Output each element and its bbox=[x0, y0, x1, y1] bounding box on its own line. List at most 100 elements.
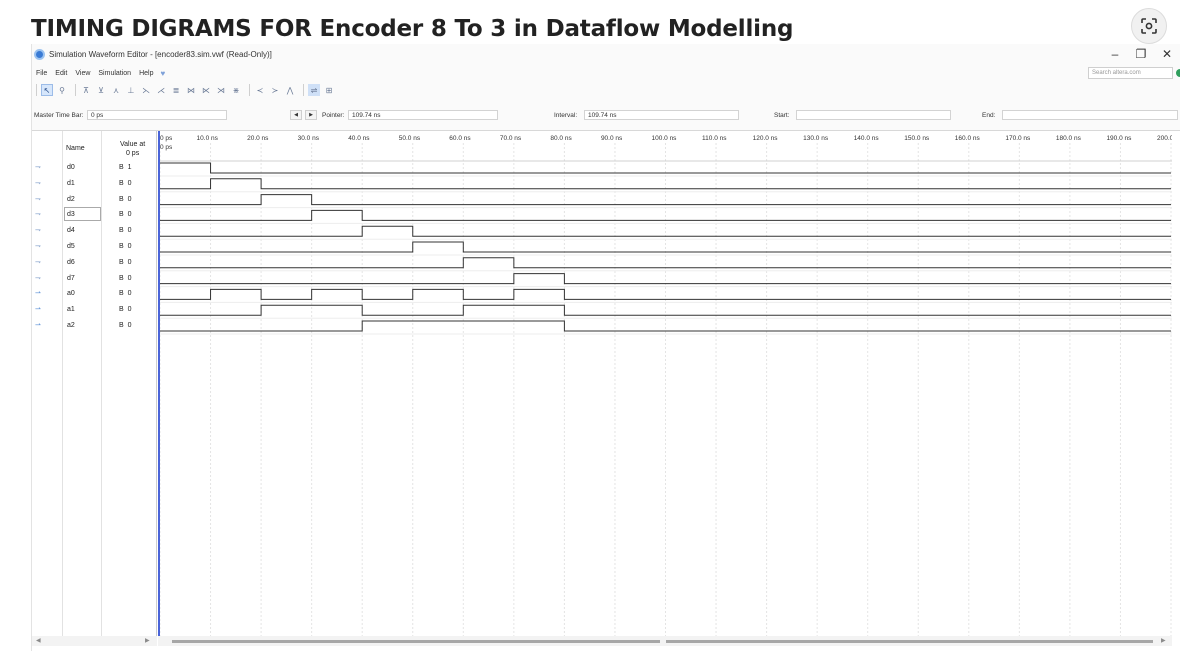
prev-transition-button[interactable]: ◀ bbox=[290, 110, 302, 120]
signal-row-a0[interactable]: ⇀ a0 B 0 bbox=[32, 286, 157, 301]
signal-value: B 1 bbox=[119, 164, 133, 171]
functional-sim-tool-icon[interactable]: ⇌ bbox=[308, 84, 320, 96]
pointer-tool-icon[interactable]: ↖ bbox=[41, 84, 53, 96]
random-tool-icon[interactable]: ⋌ bbox=[155, 84, 167, 96]
menu-file[interactable]: File bbox=[32, 70, 51, 77]
signal-value: B 0 bbox=[119, 258, 133, 266]
snap-tool-icon[interactable]: ≺ bbox=[254, 84, 266, 96]
signal-name: d3 bbox=[67, 211, 75, 219]
invert-tool-icon[interactable]: ⋋ bbox=[140, 84, 152, 96]
waveform-a0[interactable] bbox=[160, 288, 1171, 300]
tip-icon[interactable]: ♥ bbox=[157, 69, 165, 78]
menu-edit[interactable]: Edit bbox=[51, 70, 71, 77]
value-header-line1: Value at bbox=[120, 141, 146, 148]
toolbar-separator bbox=[36, 84, 37, 96]
signal-name: d6 bbox=[67, 258, 75, 266]
signal-value: B 0 bbox=[119, 290, 133, 298]
menu-simulation[interactable]: Simulation bbox=[94, 70, 135, 77]
time-tick-label: 40.0 ns bbox=[348, 135, 370, 142]
signal-value: B 0 bbox=[119, 243, 133, 250]
signal-row-d6[interactable]: ⇁ d6 B 0 bbox=[32, 255, 157, 270]
time-tick-label: 100.0 ns bbox=[652, 135, 678, 142]
start-field[interactable] bbox=[796, 110, 951, 120]
toolbar-separator bbox=[249, 84, 250, 96]
signal-row-d5[interactable]: ⇁ d5 B 0 bbox=[32, 239, 157, 254]
signal-value: B 0 bbox=[119, 211, 133, 219]
waveform-scroll-thumb[interactable] bbox=[172, 640, 660, 643]
input-pin-icon: ⇁ bbox=[35, 227, 41, 235]
signal-name: d2 bbox=[67, 195, 75, 203]
restore-button[interactable]: ❐ bbox=[1128, 44, 1154, 64]
scroll-left-icon[interactable]: ◀ bbox=[36, 637, 41, 644]
menu-view[interactable]: View bbox=[71, 70, 94, 77]
value-column-header: Value at 0 ps bbox=[120, 140, 145, 158]
waveform-a2[interactable] bbox=[160, 320, 1171, 332]
timing-sim-tool-icon[interactable]: ⊞ bbox=[323, 84, 335, 96]
signal-row-a2[interactable]: ⇀ a2 B 0 bbox=[32, 318, 157, 333]
master-time-bar-field[interactable]: 0 ps bbox=[87, 110, 227, 120]
signal-name: d1 bbox=[67, 179, 75, 187]
signal-row-d1[interactable]: ⇁ d1 B 0 bbox=[32, 176, 157, 191]
master-time-bar-label: Master Time Bar: bbox=[34, 112, 84, 119]
signal-row-d2[interactable]: ⇁ d2 B 0 bbox=[32, 192, 157, 207]
weak-low-tool-icon[interactable]: ⋈ bbox=[185, 84, 197, 96]
lens-icon[interactable] bbox=[1131, 8, 1167, 44]
menu-help[interactable]: Help bbox=[135, 70, 157, 77]
weak-high-tool-icon[interactable]: ⋉ bbox=[200, 84, 212, 96]
time-tick-label: 180.0 ns bbox=[1056, 135, 1082, 142]
high-z-tool-icon[interactable]: ⋊ bbox=[215, 84, 227, 96]
time-tick-label: 20.0 ns bbox=[247, 135, 269, 142]
waveform-scrollbar[interactable]: ▶ bbox=[158, 636, 1172, 646]
forcing-low-tool-icon[interactable]: ⊼ bbox=[80, 84, 92, 96]
name-pane-scrollbar[interactable]: ◀ ▶ bbox=[32, 636, 157, 646]
waveform-canvas[interactable]: 0 ps 10.0 ns 20.0 ns 30.0 ns 40.0 ns 50.0 ns 6… bbox=[158, 131, 1180, 636]
globe-icon[interactable] bbox=[1176, 69, 1180, 77]
zoom-tool-icon[interactable]: ⚲ bbox=[56, 84, 68, 96]
grid-tool-icon[interactable]: ≻ bbox=[269, 84, 281, 96]
time-tick-label: 140.0 ns bbox=[854, 135, 880, 142]
search-input[interactable]: Search altera.com bbox=[1088, 67, 1173, 79]
scroll-right-icon[interactable]: ▶ bbox=[145, 637, 150, 644]
signal-row-d3[interactable]: ⇁ d3 B 0 bbox=[32, 207, 157, 222]
value-header-line2: 0 ps bbox=[125, 150, 140, 157]
count-tool-icon[interactable]: ⊥ bbox=[125, 84, 137, 96]
output-pin-icon: ⇀ bbox=[35, 322, 41, 329]
forcing-high-tool-icon[interactable]: ⊻ bbox=[95, 84, 107, 96]
time-tick-label: 30.0 ns bbox=[298, 135, 320, 142]
signal-row-a1[interactable]: ⇀ a1 B 0 bbox=[32, 302, 157, 317]
toolbar-separator bbox=[303, 84, 304, 96]
pointer-field[interactable]: 109.74 ns bbox=[348, 110, 498, 120]
signal-row-d7[interactable]: ⇁ d7 B 0 bbox=[32, 271, 157, 286]
start-label: Start: bbox=[774, 112, 790, 119]
signal-value: B 0 bbox=[119, 227, 133, 235]
time-tick-label: 0 ps bbox=[160, 135, 173, 142]
clock-tool-icon[interactable]: ⋏ bbox=[110, 84, 122, 96]
close-button[interactable]: ✕ bbox=[1154, 44, 1180, 64]
minimize-button[interactable]: – bbox=[1102, 44, 1128, 64]
next-transition-button[interactable]: ▶ bbox=[305, 110, 317, 120]
signal-name: a1 bbox=[67, 306, 75, 314]
signal-row-d4[interactable]: ⇁ d4 B 0 bbox=[32, 223, 157, 238]
time-tick-label: 160.0 ns bbox=[955, 135, 981, 142]
reverse-tool-icon[interactable]: ⋀ bbox=[284, 84, 296, 96]
window-title: Simulation Waveform Editor - [encoder83.… bbox=[49, 49, 272, 59]
scroll-right-icon[interactable]: ▶ bbox=[1161, 637, 1166, 644]
interval-field[interactable]: 109.74 ns bbox=[584, 110, 739, 120]
input-pin-icon: ⇁ bbox=[35, 164, 41, 171]
waveform-a1[interactable] bbox=[160, 304, 1171, 316]
name-column-header: Name bbox=[66, 145, 85, 152]
dont-care-tool-icon[interactable]: ⋇ bbox=[230, 84, 242, 96]
time-tick-label: 120.0 ns bbox=[753, 135, 779, 142]
waveform-scroll-thumb-right[interactable] bbox=[666, 640, 1153, 643]
overwrite-tool-icon[interactable]: ≣ bbox=[170, 84, 182, 96]
waveform-area[interactable]: 0 ps 10.0 ns 20.0 ns 30.0 ns 40.0 ns 50.0 ns 6… bbox=[158, 131, 1180, 636]
time-tick-label: 200.0 ns bbox=[1157, 135, 1172, 142]
menu-bar: File Edit View Simulation Help ♥ bbox=[32, 66, 165, 80]
input-pin-icon: ⇁ bbox=[35, 274, 41, 282]
end-field[interactable] bbox=[1002, 110, 1178, 120]
end-label: End: bbox=[982, 112, 996, 119]
signal-value: B 0 bbox=[119, 306, 133, 314]
signal-row-d0[interactable]: ⇁ d0 B 1 bbox=[32, 160, 157, 175]
time-tick-label: 130.0 ns bbox=[803, 135, 829, 142]
input-pin-icon: ⇁ bbox=[35, 179, 41, 187]
